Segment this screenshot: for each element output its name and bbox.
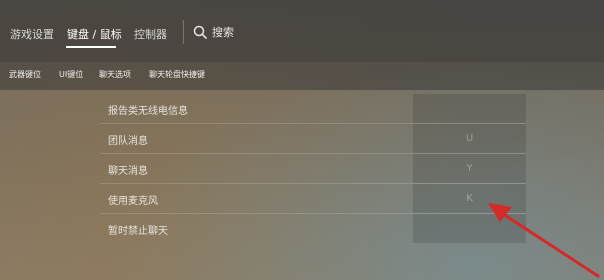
annotation-arrow-icon — [488, 203, 600, 278]
